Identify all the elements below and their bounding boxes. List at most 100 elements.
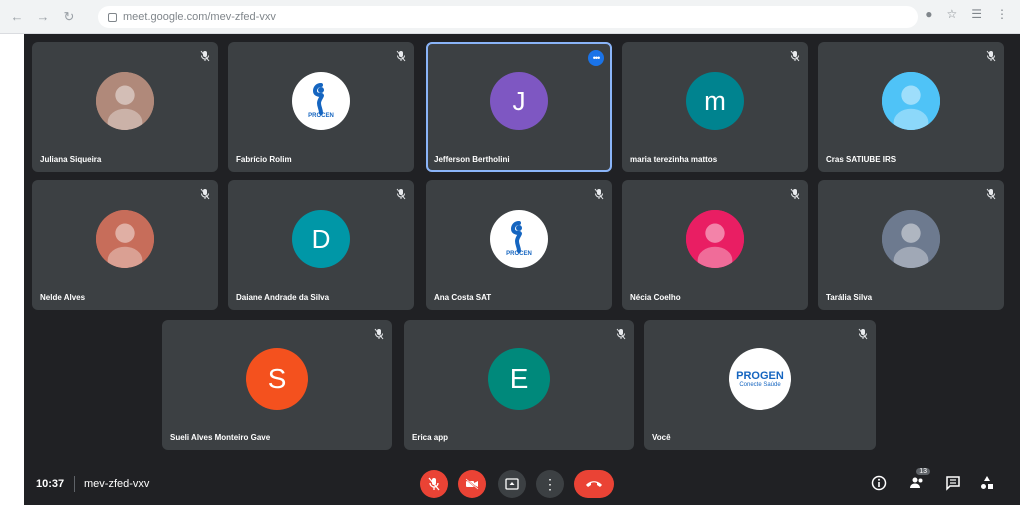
progen-subtitle: Conecte Saúde — [739, 382, 781, 388]
menu-icon[interactable]: ⋮ — [996, 7, 1008, 21]
participant-avatar: m — [686, 72, 744, 130]
mic-muted-icon — [396, 188, 406, 200]
mic-muted-icon — [200, 188, 210, 200]
more-options-button[interactable]: ⋮ — [536, 470, 564, 498]
meeting-code: mev-zfed-vxv — [84, 478, 150, 490]
mic-muted-icon — [616, 328, 626, 340]
participant-name: Você — [652, 433, 671, 442]
participant-name: Daiane Andrade da Silva — [236, 293, 330, 302]
profile-photo-icon — [686, 210, 744, 268]
participant-avatar: S — [246, 348, 308, 410]
participant-tile[interactable]: Nelde Alves — [32, 180, 218, 310]
info-icon — [871, 475, 887, 491]
avatar-initial: S — [267, 363, 287, 394]
people-icon — [910, 477, 923, 488]
mic-off-icon — [428, 477, 440, 491]
clock: 10:37 — [36, 478, 65, 490]
present-button[interactable] — [498, 470, 526, 498]
meeting-details-button[interactable] — [868, 472, 890, 494]
participant-name: Nelde Alves — [40, 293, 86, 302]
participant-tile[interactable]: m maria terezinha mattos — [622, 42, 808, 172]
camera-off-icon — [465, 478, 479, 490]
participant-tile[interactable]: Tarália Silva — [818, 180, 1004, 310]
avatar-initial: m — [704, 85, 726, 116]
progen-logo-text: PROGEN — [736, 370, 784, 382]
participant-tile[interactable]: PROGEN Conecte Saúde Você — [644, 320, 876, 450]
leave-call-button[interactable] — [574, 470, 614, 498]
logo-text: PROCEN — [506, 251, 532, 257]
avatar-initial: E — [509, 363, 529, 394]
participant-name: Sueli Alves Monteiro Gave — [170, 433, 271, 442]
logo-text: PROCEN — [308, 113, 334, 119]
participant-tile[interactable]: J ••• Jefferson Bertholini — [426, 42, 612, 172]
participant-tile[interactable]: S Sueli Alves Monteiro Gave — [162, 320, 392, 450]
mic-muted-icon — [790, 188, 800, 200]
mic-toggle-button[interactable] — [420, 470, 448, 498]
activities-button[interactable] — [976, 472, 998, 494]
mic-muted-icon — [986, 50, 996, 62]
hang-up-icon — [586, 481, 602, 487]
profile-photo-icon — [882, 72, 940, 130]
mic-muted-icon — [858, 328, 868, 340]
star-icon[interactable]: ☆ — [946, 7, 957, 21]
browser-toolbar: ← → ↻ meet.google.com/mev-zfed-vxv ● ☆ ☰… — [0, 0, 1020, 34]
tile-options-button[interactable]: ••• — [588, 50, 604, 66]
chat-icon — [946, 476, 960, 491]
participant-tile[interactable]: PROCEN Fabrício Rolim — [228, 42, 414, 172]
mic-muted-icon — [200, 50, 210, 62]
participant-tile[interactable]: D Daiane Andrade da Silva — [228, 180, 414, 310]
divider — [74, 476, 75, 492]
participant-tile[interactable]: Nécia Coelho — [622, 180, 808, 310]
participant-tile[interactable]: PROCEN Ana Costa SAT — [426, 180, 612, 310]
mic-muted-icon — [790, 50, 800, 62]
participant-count-badge: 13 — [916, 468, 930, 475]
forward-icon[interactable]: → — [34, 8, 52, 26]
avatar-initial: D — [311, 223, 331, 254]
participant-name: Erica app — [412, 433, 449, 442]
participant-avatar: E — [488, 348, 550, 410]
mic-muted-icon — [594, 188, 604, 200]
chat-button[interactable] — [942, 472, 964, 494]
participant-tile[interactable]: Cras SATIUBE IRS — [818, 42, 1004, 172]
mic-muted-icon — [396, 50, 406, 62]
lock-icon — [108, 12, 117, 22]
people-button[interactable]: 13 — [906, 468, 930, 494]
bottom-bar: 10:37 mev-zfed-vxv ⋮ 13 — [24, 463, 1020, 505]
present-screen-icon — [505, 478, 519, 490]
participant-avatar — [96, 72, 154, 130]
participant-name: Fabrício Rolim — [236, 155, 292, 164]
participant-avatar: PROCEN — [490, 210, 548, 268]
camera-toggle-button[interactable] — [458, 470, 486, 498]
more-vert-icon: ⋮ — [543, 476, 557, 492]
mic-muted-icon — [374, 328, 384, 340]
participant-avatar: D — [292, 210, 350, 268]
profile-photo-icon — [882, 210, 940, 268]
camera-indicator-icon[interactable]: ● — [925, 7, 932, 21]
participant-avatar: PROGEN Conecte Saúde — [729, 348, 791, 410]
avatar-initial: J — [512, 85, 526, 116]
participant-avatar — [882, 72, 940, 130]
participant-avatar: J — [490, 72, 548, 130]
extension-icon[interactable]: ☰ — [971, 7, 982, 21]
participant-name: Jefferson Bertholini — [434, 155, 510, 164]
participant-name: Juliana Siqueira — [40, 155, 102, 164]
address-bar[interactable]: meet.google.com/mev-zfed-vxv — [98, 6, 918, 28]
profile-photo-icon — [96, 72, 154, 130]
participant-tile[interactable]: Juliana Siqueira — [32, 42, 218, 172]
profile-photo-icon — [96, 210, 154, 268]
back-icon[interactable]: ← — [8, 8, 26, 26]
participant-avatar: PROCEN — [292, 72, 350, 130]
url-text: meet.google.com/mev-zfed-vxv — [123, 11, 276, 23]
participant-name: Nécia Coelho — [630, 293, 681, 302]
participant-avatar — [882, 210, 940, 268]
meet-window: Juliana Siqueira PROCEN Fabrício Rolim J •••… — [24, 34, 1020, 505]
reload-icon[interactable]: ↻ — [60, 8, 78, 26]
activities-icon — [981, 476, 993, 489]
participant-avatar — [96, 210, 154, 268]
participant-name: Ana Costa SAT — [434, 293, 492, 302]
participant-name: Tarália Silva — [826, 293, 873, 302]
participant-name: Cras SATIUBE IRS — [826, 155, 897, 164]
mic-muted-icon — [986, 188, 996, 200]
participant-avatar — [686, 210, 744, 268]
participant-tile[interactable]: E Erica app — [404, 320, 634, 450]
